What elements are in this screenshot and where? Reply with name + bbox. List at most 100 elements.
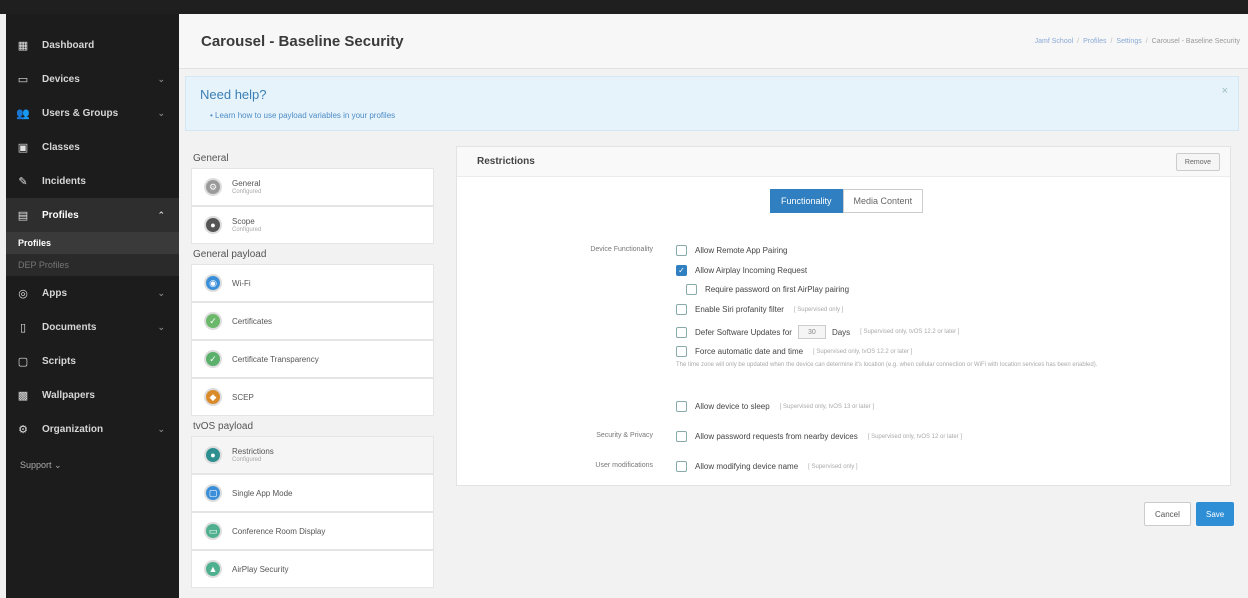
sidebar-item-users-groups[interactable]: 👥 Users & Groups ⌄ <box>6 96 179 130</box>
chevron-down-icon: ⌄ <box>157 73 165 84</box>
display-icon: ▭ <box>204 522 222 540</box>
main-content: Carousel - Baseline Security Jamf School… <box>179 14 1248 598</box>
breadcrumb-item[interactable]: Profiles <box>1083 38 1106 45</box>
checkbox[interactable] <box>686 284 697 295</box>
cancel-button[interactable]: Cancel <box>1144 502 1191 526</box>
app-icon: ▢ <box>204 484 222 502</box>
remove-button[interactable]: Remove <box>1175 153 1220 171</box>
close-icon[interactable]: × <box>1222 85 1228 97</box>
checkbox[interactable] <box>676 304 687 315</box>
sidebar-item-devices[interactable]: ▭ Devices ⌄ <box>6 62 179 96</box>
payload-single-app-mode[interactable]: ▢ Single App Mode <box>191 474 434 512</box>
sidebar-item-label: Profiles <box>42 209 79 221</box>
payload-certificate-transparency[interactable]: ✓ Certificate Transparency <box>191 340 434 378</box>
tab-media-content[interactable]: Media Content <box>842 189 924 213</box>
sidebar-item-label: Incidents <box>42 175 86 187</box>
tab-functionality[interactable]: Functionality <box>770 189 843 213</box>
payload-conference-room-display[interactable]: ▭ Conference Room Display <box>191 512 434 550</box>
defer-days-input[interactable]: 30 <box>797 325 826 339</box>
documents-icon: ▯ <box>19 321 27 334</box>
option-modify-device-name[interactable]: Allow modifying device name [ Supervised… <box>676 461 858 472</box>
sidebar-subitem-dep-profiles[interactable]: DEP Profiles <box>6 254 179 276</box>
tab-group: Functionality Media Content <box>770 189 924 213</box>
sidebar-item-apps[interactable]: ◎ Apps ⌄ <box>6 276 179 310</box>
group-label-user: User modifications <box>595 462 653 469</box>
card-title: Restrictions <box>457 147 1230 177</box>
certificate-icon: ✓ <box>204 350 222 368</box>
payload-certificates[interactable]: ✓ Certificates <box>191 302 434 340</box>
payload-scep[interactable]: ◆ SCEP <box>191 378 434 416</box>
checkbox-checked[interactable]: ✓ <box>676 265 687 276</box>
checkbox[interactable] <box>676 346 687 357</box>
breadcrumb-current: Carousel - Baseline Security <box>1151 38 1240 45</box>
sidebar-item-label: Users & Groups <box>42 107 119 119</box>
payload-scope[interactable]: ● Scope Configured <box>191 206 434 244</box>
chevron-down-icon: ⌄ <box>157 423 165 434</box>
chevron-down-icon: ⌄ <box>157 107 165 118</box>
incidents-icon: ✎ <box>18 175 28 188</box>
group-label-security: Security & Privacy <box>596 432 653 439</box>
breadcrumb-item[interactable]: Settings <box>1116 38 1141 45</box>
lock-icon: ◆ <box>204 388 222 406</box>
sidebar-item-incidents[interactable]: ✎ Incidents <box>6 164 179 198</box>
sidebar-item-profiles[interactable]: ▤ Profiles ⌃ <box>6 198 179 232</box>
option-siri-filter[interactable]: Enable Siri profanity filter [ Supervise… <box>676 304 843 315</box>
page-title: Carousel - Baseline Security <box>201 32 404 50</box>
sidebar-item-label: Devices <box>42 73 80 85</box>
chevron-up-icon: ⌃ <box>157 209 165 220</box>
gear-icon: ⚙ <box>204 178 222 196</box>
restrictions-icon: ● <box>204 446 222 464</box>
option-allow-sleep[interactable]: Allow device to sleep [ Supervised only,… <box>676 401 874 412</box>
save-button[interactable]: Save <box>1196 502 1235 526</box>
force-datetime-description: The time zone will only be updated when … <box>676 362 1098 368</box>
breadcrumb-item[interactable]: Jamf School <box>1035 38 1074 45</box>
sidebar-item-label: Dashboard <box>42 39 95 51</box>
scope-icon: ● <box>204 216 222 234</box>
payload-airplay-security[interactable]: ▲ AirPlay Security <box>191 550 434 588</box>
profiles-icon: ▤ <box>17 209 29 222</box>
sidebar-item-documents[interactable]: ▯ Documents ⌄ <box>6 310 179 344</box>
payload-restrictions[interactable]: ● Restrictions Configured <box>191 436 434 474</box>
chevron-down-icon: ⌄ <box>157 287 165 298</box>
option-defer-updates[interactable]: Defer Software Updates for 30 Days [ Sup… <box>676 325 959 339</box>
section-general-payload: General payload <box>193 248 267 260</box>
checkbox[interactable] <box>676 401 687 412</box>
certificate-icon: ✓ <box>204 312 222 330</box>
sidebar-item-scripts[interactable]: ▢ Scripts <box>6 344 179 378</box>
option-password-requests[interactable]: Allow password requests from nearby devi… <box>676 431 962 442</box>
support-link[interactable]: Support ⌄ <box>6 460 179 471</box>
option-force-datetime[interactable]: Force automatic date and time [ Supervis… <box>676 346 912 357</box>
help-banner: Need help? • Learn how to use payload va… <box>185 76 1239 131</box>
help-link[interactable]: • Learn how to use payload variables in … <box>210 111 395 120</box>
airplay-icon: ▲ <box>204 560 222 578</box>
payload-wifi[interactable]: ◉ Wi-Fi <box>191 264 434 302</box>
restrictions-card: Restrictions Remove Functionality Media … <box>456 146 1231 486</box>
sidebar-item-label: Documents <box>42 321 97 333</box>
option-airplay-incoming[interactable]: ✓ Allow Airplay Incoming Request <box>676 265 807 276</box>
classes-icon: ▣ <box>17 141 29 154</box>
sidebar-item-label: Organization <box>42 423 104 435</box>
breadcrumb: Jamf School / Profiles / Settings / Carousel -… <box>1034 38 1240 45</box>
sidebar-item-dashboard[interactable]: ▦ Dashboard <box>6 28 179 62</box>
chevron-down-icon: ⌄ <box>157 321 165 332</box>
sidebar-item-classes[interactable]: ▣ Classes <box>6 130 179 164</box>
organization-icon: ⚙ <box>18 423 28 436</box>
scripts-icon: ▢ <box>17 355 29 368</box>
sidebar: ▦ Dashboard ▭ Devices ⌄ 👥 Users & Groups… <box>6 14 179 598</box>
sidebar-item-label: Apps <box>42 287 67 299</box>
sidebar-item-organization[interactable]: ⚙ Organization ⌄ <box>6 412 179 446</box>
checkbox[interactable] <box>676 461 687 472</box>
option-remote-app-pairing[interactable]: Allow Remote App Pairing <box>676 245 788 256</box>
payload-general[interactable]: ⚙ General Configured <box>191 168 434 206</box>
sidebar-subitem-profiles[interactable]: Profiles <box>6 232 179 254</box>
option-require-password[interactable]: Require password on first AirPlay pairin… <box>686 284 849 295</box>
checkbox[interactable] <box>676 431 687 442</box>
top-bar <box>0 0 1248 14</box>
group-label-device: Device Functionality <box>590 246 653 253</box>
apps-icon: ◎ <box>18 287 28 300</box>
section-general: General <box>193 152 229 164</box>
checkbox[interactable] <box>676 245 687 256</box>
sidebar-item-wallpapers[interactable]: ▩ Wallpapers <box>6 378 179 412</box>
checkbox[interactable] <box>676 326 687 338</box>
dashboard-icon: ▦ <box>17 39 29 52</box>
